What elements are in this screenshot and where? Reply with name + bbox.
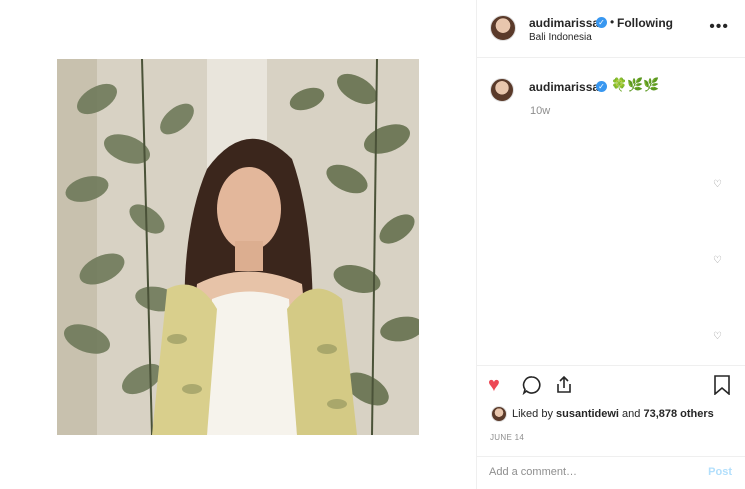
author-avatar[interactable] <box>490 15 516 41</box>
following-button[interactable]: Following <box>617 16 673 30</box>
caption-author-avatar[interactable] <box>490 78 514 102</box>
post-header: audimarissa ✓ • Following Bali Indonesia… <box>477 0 745 58</box>
post-date[interactable]: JUNE 14 <box>490 433 524 442</box>
liker-avatar[interactable] <box>491 406 507 422</box>
heart-icon[interactable]: ♥ <box>488 375 500 395</box>
comment-bar: Post <box>477 456 745 489</box>
caption-username[interactable]: audimarissa <box>529 80 599 94</box>
comment-like-heart-icon[interactable]: ♡ <box>713 331 722 342</box>
caption-area: audimarissa ✓ 🍀🌿🌿 10w ♡ ♡ ♡ <box>477 58 745 365</box>
post-sidebar: audimarissa ✓ • Following Bali Indonesia… <box>477 0 745 489</box>
likes-prefix: Liked by <box>512 408 557 420</box>
liked-by-user[interactable]: susantidewi <box>556 408 619 420</box>
likes-text: Liked by susantidewi and 73,878 others <box>512 408 714 420</box>
comment-icon[interactable] <box>522 375 542 399</box>
likes-middle: and <box>619 408 644 420</box>
verified-badge-icon: ✓ <box>596 17 607 28</box>
verified-badge-icon: ✓ <box>596 81 607 92</box>
comment-input[interactable] <box>489 466 689 478</box>
follow-separator: • <box>610 15 615 29</box>
likes-count[interactable]: 73,878 others <box>643 408 713 420</box>
caption-text: 🍀🌿🌿 <box>611 77 660 92</box>
post-photo[interactable] <box>57 59 419 435</box>
post-age[interactable]: 10w <box>530 105 550 117</box>
photo-illustration <box>57 59 419 435</box>
author-username[interactable]: audimarissa <box>529 16 599 30</box>
post-actions: ♥ Liked by susantidewi and 73,878 others… <box>477 365 745 489</box>
comment-like-heart-icon[interactable]: ♡ <box>713 255 722 266</box>
bookmark-icon[interactable] <box>713 375 731 399</box>
photo-pane <box>0 0 476 489</box>
post-location[interactable]: Bali Indonesia <box>529 32 592 43</box>
share-icon[interactable] <box>554 375 574 399</box>
more-horizontal-icon[interactable]: ••• <box>709 18 729 36</box>
post-comment-button[interactable]: Post <box>708 466 732 478</box>
comment-like-heart-icon[interactable]: ♡ <box>713 179 722 190</box>
